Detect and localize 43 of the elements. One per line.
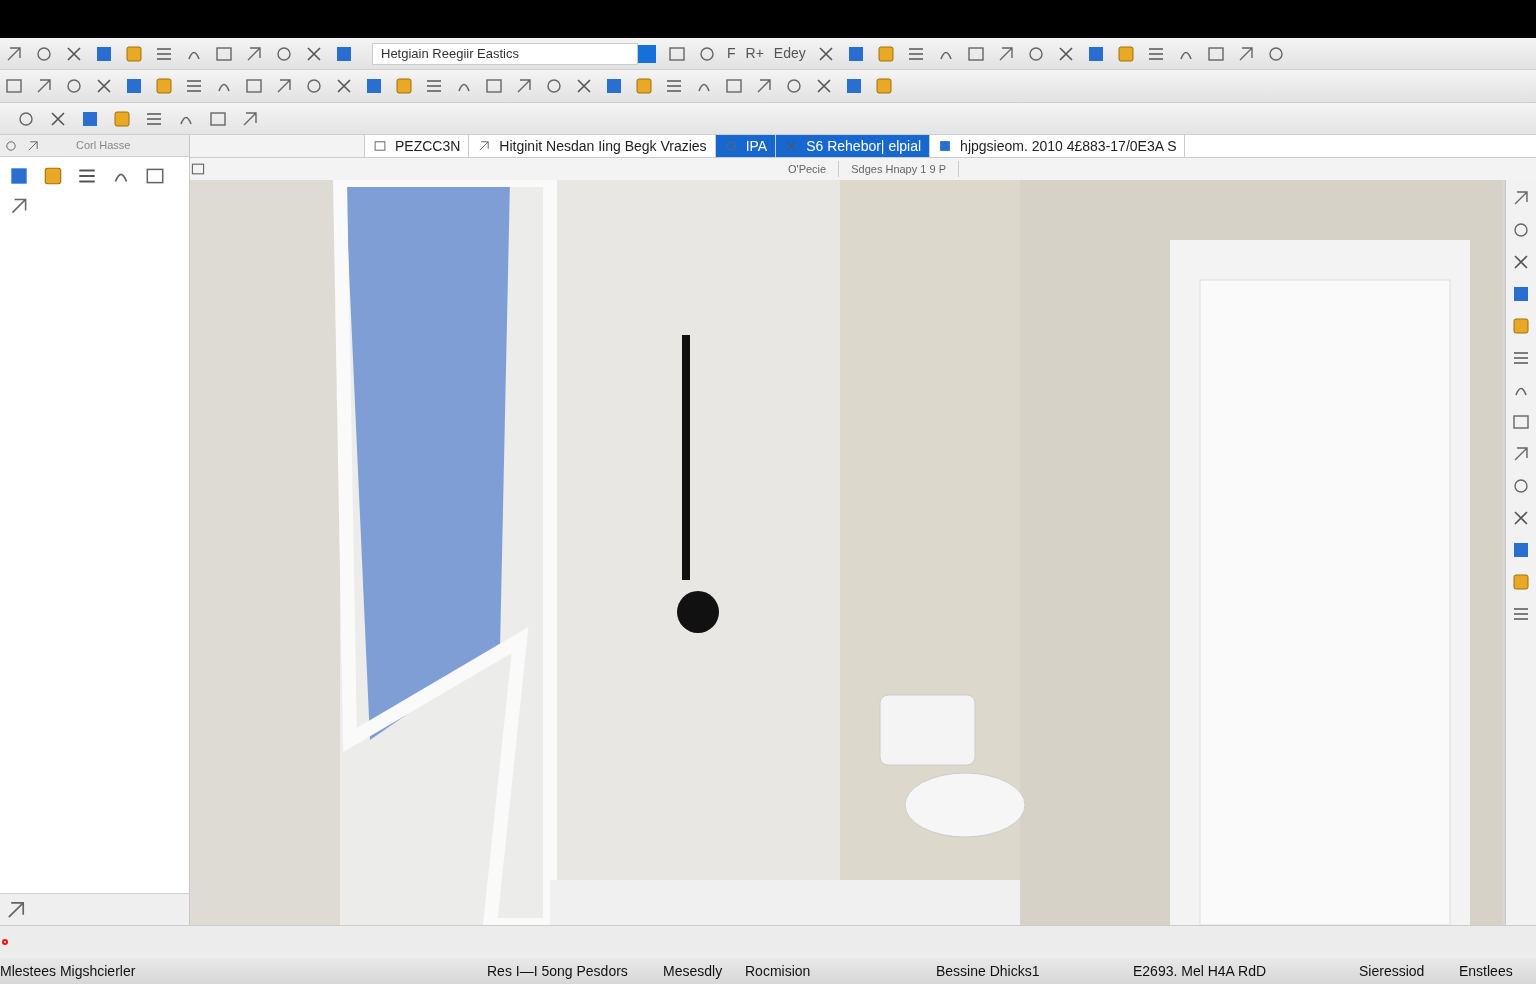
- frame-icon[interactable]: [724, 76, 744, 96]
- frame-icon[interactable]: [373, 139, 387, 153]
- square-icon[interactable]: [844, 76, 864, 96]
- toolbar-button[interactable]: R+: [745, 43, 764, 64]
- viewport-label: O'Pecie: [776, 160, 840, 178]
- square-icon[interactable]: [8, 165, 30, 187]
- frame-icon[interactable]: [484, 76, 504, 96]
- circle-icon[interactable]: [1511, 220, 1531, 240]
- toolbar-button[interactable]: F: [727, 43, 736, 64]
- toolbar-button[interactable]: Edey: [773, 43, 806, 64]
- frame-icon[interactable]: [4, 76, 24, 96]
- status-item: Rocmision: [745, 961, 812, 981]
- circle-icon[interactable]: [64, 76, 84, 96]
- arrow-icon[interactable]: [26, 138, 40, 153]
- circle-icon[interactable]: [4, 138, 18, 153]
- arrow-icon[interactable]: [477, 139, 492, 153]
- panel-title: Corl Hasse: [75, 138, 132, 154]
- circle-icon[interactable]: [784, 76, 804, 96]
- error-marker-icon: [2, 939, 8, 945]
- status-item: Sieressiod: [1359, 961, 1426, 981]
- status-item: E2693. Mel H4A RdD: [1133, 961, 1268, 981]
- status-text: Mlestees Migshcierler: [0, 961, 137, 981]
- square-icon[interactable]: [938, 139, 953, 153]
- square-icon[interactable]: [364, 76, 384, 96]
- square-icon[interactable]: [1511, 540, 1531, 560]
- square-icon[interactable]: [124, 76, 144, 96]
- frame-icon[interactable]: [190, 161, 206, 177]
- status-item: Bessine Dhicks1: [936, 961, 1041, 981]
- status-item: Res I—I 5ong Pesdors: [487, 961, 629, 981]
- viewport-label: Sdges Hnapy 1 9 P: [839, 160, 959, 178]
- search-button[interactable]: [638, 44, 656, 63]
- document-tab[interactable]: IPA: [715, 135, 777, 157]
- circle-icon[interactable]: [1511, 476, 1531, 496]
- status-item: Enstlees: [1459, 961, 1514, 981]
- frame-icon[interactable]: [244, 76, 264, 96]
- circle-icon[interactable]: [304, 76, 324, 96]
- search-field[interactable]: Hetgiain Reegiir Eastics: [372, 42, 638, 65]
- square-icon[interactable]: [1511, 284, 1531, 304]
- document-tab[interactable]: S6 Rehebor| elpial: [776, 135, 931, 157]
- frame-icon[interactable]: [1511, 412, 1531, 432]
- status-item: Mesesdly: [663, 961, 724, 981]
- square-icon[interactable]: [604, 76, 624, 96]
- circle-icon[interactable]: [544, 76, 564, 96]
